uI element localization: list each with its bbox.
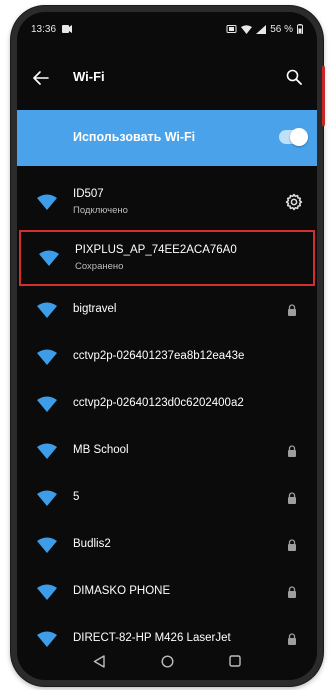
wifi-toggle-row[interactable]: Использовать Wi-Fi <box>17 110 317 166</box>
wifi-signal-icon <box>37 443 57 459</box>
wifi-signal-icon <box>37 302 57 318</box>
nav-recents-icon[interactable] <box>227 653 243 669</box>
gear-icon[interactable] <box>285 193 303 211</box>
network-item-id507[interactable]: ID507 Подключено <box>17 174 317 230</box>
network-name: ID507 <box>73 188 104 200</box>
switch-knob <box>290 128 308 146</box>
screen: 13:36 56 % Wi-Fi Использовать Wi-Fi ID50… <box>17 12 317 680</box>
search-icon[interactable] <box>283 66 305 88</box>
wifi-signal-icon <box>37 537 57 553</box>
network-name: cctvp2p-02640123d0c6202400a2 <box>73 397 244 409</box>
network-name: Budlis2 <box>73 538 111 550</box>
status-time: 13:36 <box>31 23 57 35</box>
network-status: Сохранено <box>75 261 124 272</box>
network-name: PIXPLUS_AP_74EE2ACA76A0 <box>75 244 237 256</box>
phone-frame: 13:36 56 % Wi-Fi Использовать Wi-Fi ID50… <box>11 6 325 686</box>
network-name: MB School <box>73 444 129 456</box>
network-name: 5 <box>73 491 80 503</box>
navigation-bar <box>17 642 317 680</box>
network-item-mb-school[interactable]: MB School <box>17 427 317 474</box>
network-item-budlis2[interactable]: Budlis2 <box>17 521 317 568</box>
network-list: ID507 Подключено PIXPLUS_AP_74EE2ACA76A0… <box>17 174 317 662</box>
phone-side-mark <box>322 66 325 126</box>
wifi-signal-icon <box>39 250 59 266</box>
signal-icon <box>256 24 267 34</box>
network-name: DIMASKO PHONE <box>73 585 171 597</box>
nav-back-icon[interactable] <box>91 653 107 669</box>
network-item-cctvp2p-2[interactable]: cctvp2p-02640123d0c6202400a2 <box>17 380 317 427</box>
lock-icon <box>288 444 296 457</box>
network-item-5[interactable]: 5 <box>17 474 317 521</box>
battery-level: 56 % <box>270 23 293 35</box>
wifi-toggle-label: Использовать Wi-Fi <box>73 130 196 144</box>
network-name: cctvp2p-026401237ea8b12ea43e <box>73 350 245 362</box>
back-arrow-icon[interactable] <box>31 68 51 88</box>
wifi-signal-icon <box>37 349 57 365</box>
lock-icon <box>288 491 296 504</box>
vibrate-icon <box>226 25 237 33</box>
network-item-dimasko-phone[interactable]: DIMASKO PHONE <box>17 568 317 615</box>
lock-icon <box>288 538 296 551</box>
network-item-pixplus[interactable]: PIXPLUS_AP_74EE2ACA76A0 Сохранено <box>19 230 315 286</box>
wifi-toggle-switch[interactable] <box>279 128 308 146</box>
network-item-cctvp2p-1[interactable]: cctvp2p-026401237ea8b12ea43e <box>17 333 317 380</box>
wifi-signal-icon <box>37 194 57 210</box>
network-name: bigtravel <box>73 303 117 315</box>
page-title: Wi-Fi <box>73 69 105 84</box>
lock-icon <box>288 303 296 316</box>
network-item-bigtravel[interactable]: bigtravel <box>17 286 317 333</box>
notification-icon <box>62 25 73 33</box>
status-bar: 13:36 56 % <box>17 12 317 46</box>
nav-home-icon[interactable] <box>159 653 175 669</box>
wifi-signal-icon <box>37 396 57 412</box>
wifi-status-icon <box>241 24 253 34</box>
wifi-signal-icon <box>37 490 57 506</box>
app-bar: Wi-Fi <box>17 56 317 100</box>
wifi-signal-icon <box>37 584 57 600</box>
battery-icon <box>297 24 303 34</box>
lock-icon <box>288 585 296 598</box>
network-status: Подключено <box>73 205 128 216</box>
